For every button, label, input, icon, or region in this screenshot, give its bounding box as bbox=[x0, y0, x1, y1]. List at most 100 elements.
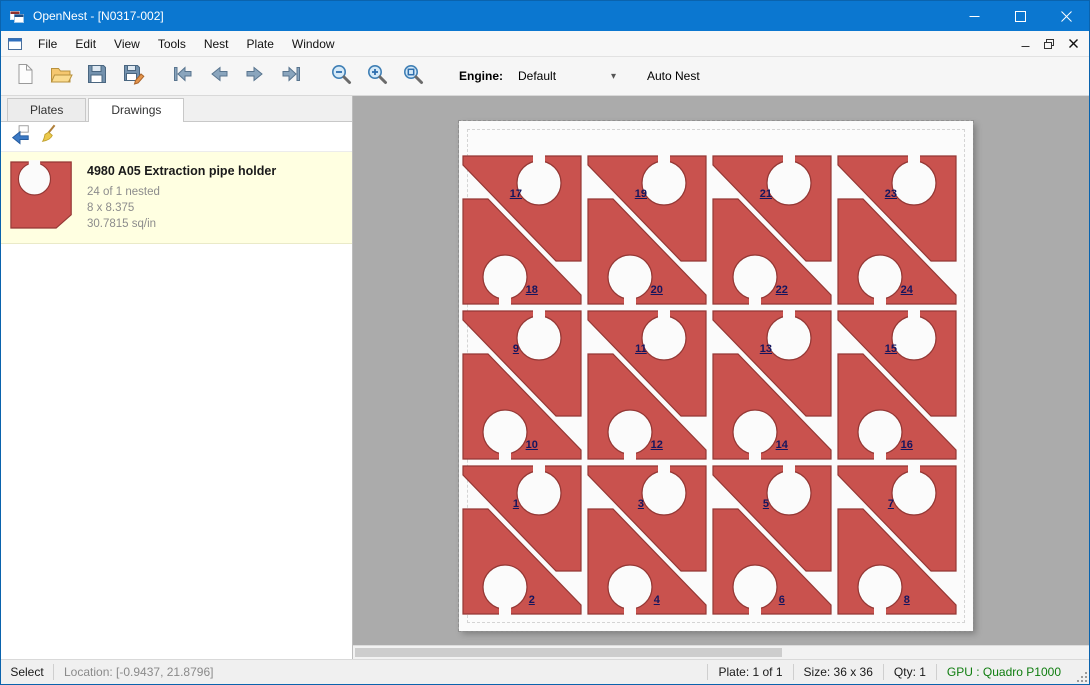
menu-tools[interactable]: Tools bbox=[149, 31, 195, 56]
drawing-list-item[interactable]: 4980 A05 Extraction pipe holder 24 of 1 … bbox=[1, 152, 352, 244]
last-plate-button[interactable] bbox=[275, 60, 307, 92]
open-file-button[interactable] bbox=[45, 60, 77, 92]
part-pair-shape bbox=[711, 310, 833, 460]
nested-part-pair[interactable]: 15 16 bbox=[836, 310, 958, 460]
part-number-label: 3 bbox=[638, 498, 644, 510]
maximize-button[interactable] bbox=[997, 1, 1043, 31]
menu-edit[interactable]: Edit bbox=[66, 31, 105, 56]
zoom-in-button[interactable] bbox=[361, 60, 393, 92]
menu-nest[interactable]: Nest bbox=[195, 31, 238, 56]
part-pair-shape bbox=[586, 465, 708, 615]
part-number-label: 16 bbox=[901, 439, 913, 451]
canvas-horizontal-scrollbar[interactable] bbox=[353, 645, 1089, 659]
new-file-icon bbox=[13, 62, 37, 91]
main-toolbar: Engine: Default ▾ Auto Nest bbox=[1, 57, 1089, 96]
resize-grip[interactable] bbox=[1071, 660, 1089, 684]
nested-part-pair[interactable]: 1 2 bbox=[461, 465, 583, 615]
part-number-label: 2 bbox=[529, 594, 535, 606]
minimize-button[interactable] bbox=[951, 1, 997, 31]
nested-part-pair[interactable]: 17 18 bbox=[461, 155, 583, 305]
nesting-canvas[interactable]: 17 18 19 20 21 22 23 bbox=[353, 96, 1089, 659]
part-pair-shape bbox=[586, 310, 708, 460]
save-edit-button[interactable] bbox=[117, 60, 149, 92]
part-number-label: 18 bbox=[526, 284, 538, 296]
go-first-icon bbox=[171, 62, 195, 91]
zoom-fit-button[interactable] bbox=[397, 60, 429, 92]
window-title: OpenNest - [N0317-002] bbox=[33, 9, 164, 23]
zoom-in-icon bbox=[365, 62, 389, 91]
part-number-label: 12 bbox=[651, 439, 663, 451]
zoom-out-icon bbox=[329, 62, 353, 91]
open-folder-icon bbox=[49, 62, 73, 91]
first-plate-button[interactable] bbox=[167, 60, 199, 92]
engine-select[interactable]: Default ▾ bbox=[511, 64, 623, 88]
tab-plates[interactable]: Plates bbox=[7, 98, 86, 121]
menu-plate[interactable]: Plate bbox=[238, 31, 283, 56]
part-pair-shape bbox=[836, 310, 958, 460]
toolbar-separator bbox=[311, 57, 325, 95]
mdi-minimize-button[interactable] bbox=[1013, 34, 1037, 54]
menu-window[interactable]: Window bbox=[283, 31, 344, 56]
zoom-out-button[interactable] bbox=[325, 60, 357, 92]
mdi-close-button[interactable] bbox=[1061, 34, 1085, 54]
drawings-panel-toolbar bbox=[1, 122, 352, 152]
nested-part-pair[interactable]: 7 8 bbox=[836, 465, 958, 615]
part-number-label: 23 bbox=[885, 188, 897, 200]
statusbar: Select Location: [-0.9437, 21.8796] Plat… bbox=[1, 659, 1089, 684]
part-number-label: 9 bbox=[513, 343, 519, 355]
part-number-label: 24 bbox=[901, 284, 913, 296]
part-pair-shape bbox=[836, 465, 958, 615]
part-thumbnail bbox=[9, 160, 75, 235]
part-pair-shape bbox=[461, 310, 583, 460]
plate-sheet: 17 18 19 20 21 22 23 bbox=[459, 121, 973, 631]
chevron-down-icon: ▾ bbox=[611, 71, 616, 82]
nested-part-pair[interactable]: 23 24 bbox=[836, 155, 958, 305]
nested-part-pair[interactable]: 13 14 bbox=[711, 310, 833, 460]
nested-part-pair[interactable]: 3 4 bbox=[586, 465, 708, 615]
status-plate-size: Size: 36 x 36 bbox=[794, 665, 883, 679]
app-window: OpenNest - [N0317-002] File Edit View To… bbox=[0, 0, 1090, 685]
scrollbar-thumb[interactable] bbox=[355, 648, 782, 657]
mdi-restore-button[interactable] bbox=[1037, 34, 1061, 54]
tab-drawings[interactable]: Drawings bbox=[88, 98, 184, 122]
drawing-dimensions: 8 x 8.375 bbox=[87, 200, 276, 216]
next-plate-button[interactable] bbox=[239, 60, 271, 92]
status-mode: Select bbox=[1, 665, 53, 679]
engine-label: Engine: bbox=[459, 69, 503, 83]
save-button[interactable] bbox=[81, 60, 113, 92]
nested-part-pair[interactable]: 11 12 bbox=[586, 310, 708, 460]
part-pair-shape bbox=[836, 155, 958, 305]
broom-icon bbox=[39, 123, 61, 150]
part-number-label: 7 bbox=[888, 498, 894, 510]
menu-view[interactable]: View bbox=[105, 31, 149, 56]
sidebar-tabstrip: Plates Drawings bbox=[1, 96, 352, 122]
part-number-label: 8 bbox=[904, 594, 910, 606]
status-plate-count: Plate: 1 of 1 bbox=[708, 665, 792, 679]
go-next-icon bbox=[243, 62, 267, 91]
toolbar-separator bbox=[153, 57, 167, 95]
drawing-info: 4980 A05 Extraction pipe holder 24 of 1 … bbox=[87, 160, 276, 235]
part-number-label: 13 bbox=[760, 343, 772, 355]
menubar: File Edit View Tools Nest Plate Window bbox=[1, 31, 1089, 57]
nested-parts-grid: 17 18 19 20 21 22 23 bbox=[461, 155, 958, 615]
main-area: Plates Drawings bbox=[1, 96, 1089, 659]
new-file-button[interactable] bbox=[9, 60, 41, 92]
part-number-label: 22 bbox=[776, 284, 788, 296]
nested-part-pair[interactable]: 19 20 bbox=[586, 155, 708, 305]
previous-plate-button[interactable] bbox=[203, 60, 235, 92]
clean-button[interactable] bbox=[37, 124, 63, 150]
part-number-label: 17 bbox=[510, 188, 522, 200]
auto-nest-button[interactable]: Auto Nest bbox=[641, 65, 706, 87]
move-to-plate-button[interactable] bbox=[7, 124, 33, 150]
part-number-label: 14 bbox=[776, 439, 788, 451]
zoom-fit-icon bbox=[401, 62, 425, 91]
menu-file[interactable]: File bbox=[29, 31, 66, 56]
app-icon bbox=[9, 8, 25, 24]
nested-part-pair[interactable]: 5 6 bbox=[711, 465, 833, 615]
nested-part-pair[interactable]: 9 10 bbox=[461, 310, 583, 460]
blue-left-arrow-icon bbox=[9, 123, 31, 150]
part-pair-shape bbox=[461, 465, 583, 615]
nested-part-pair[interactable]: 21 22 bbox=[711, 155, 833, 305]
close-button[interactable] bbox=[1043, 1, 1089, 31]
titlebar: OpenNest - [N0317-002] bbox=[1, 1, 1089, 31]
